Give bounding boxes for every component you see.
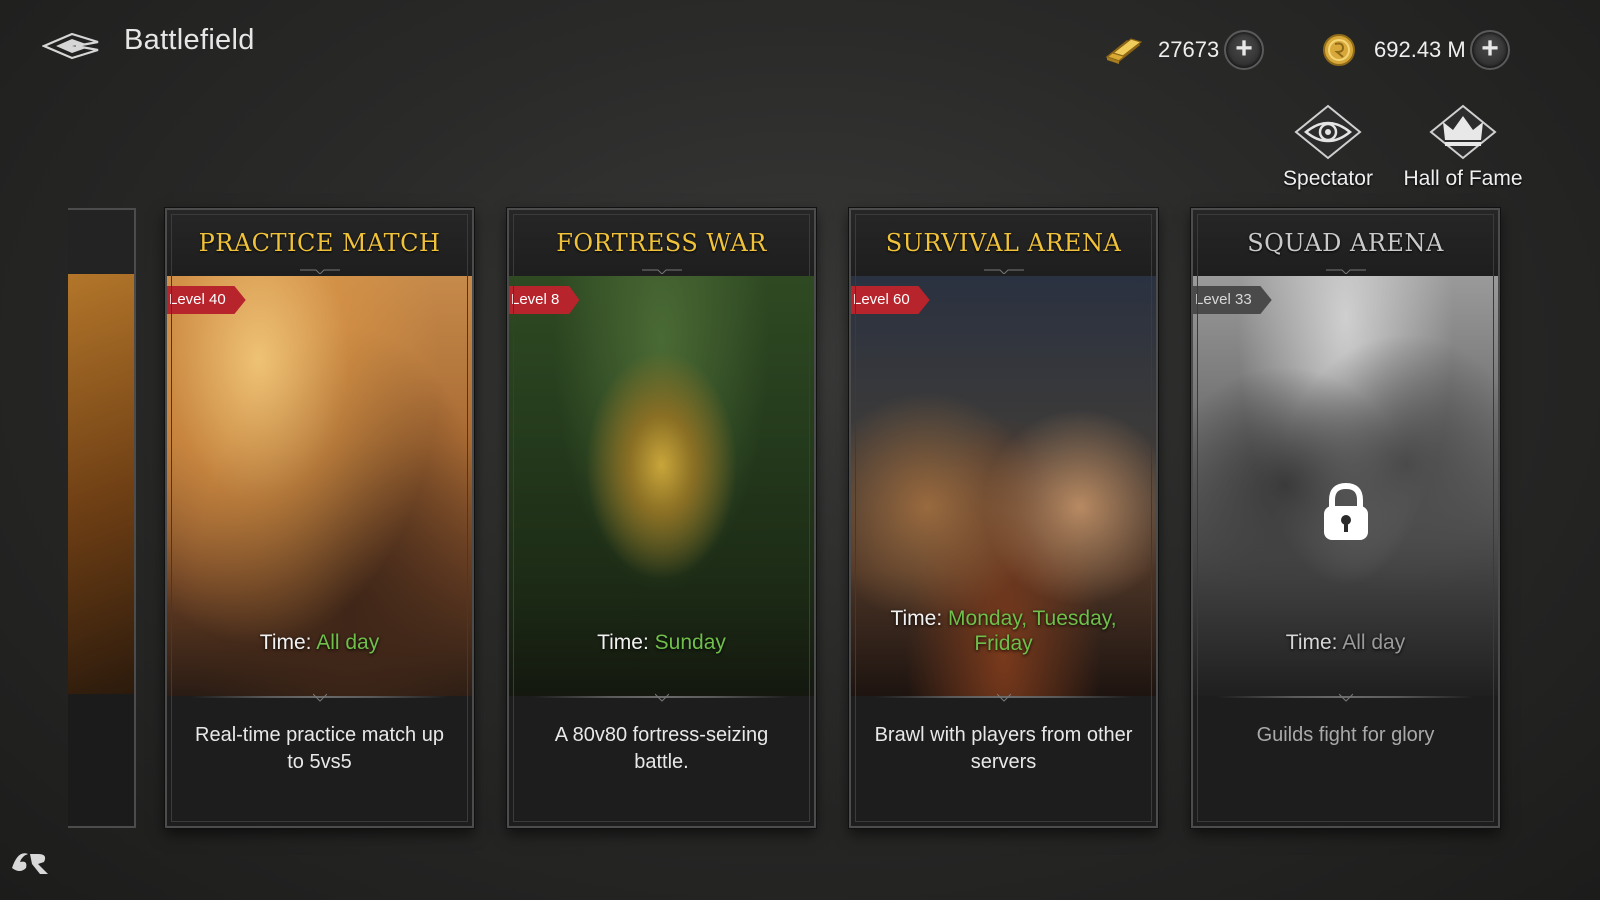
gold-bar-icon xyxy=(1102,30,1144,70)
card-title-text: PRACTICE MATCH xyxy=(198,229,441,257)
currency-gold-coins: 692.43 M + xyxy=(1318,30,1510,70)
card-title-text: FORTRESS WAR xyxy=(556,229,767,257)
back-button[interactable] xyxy=(41,28,100,64)
card-survival-arena[interactable]: SURVIVAL ARENA Level 60 Time: Monday, Tu… xyxy=(849,208,1158,828)
divider-ornament-icon xyxy=(996,693,1011,702)
card-title: PRACTICE MATCH xyxy=(167,210,472,276)
divider-ornament-icon xyxy=(654,693,669,702)
title-ornament-icon xyxy=(641,269,682,274)
plus-icon: + xyxy=(1481,31,1499,65)
top-bar: Battlefield 27673 + 692.43 M + Spectator… xyxy=(0,0,1600,190)
card-time: Time: All day xyxy=(1203,630,1488,655)
partial-card[interactable] xyxy=(68,208,136,828)
card-description: A 80v80 fortress-seizing battle. xyxy=(554,724,769,773)
card-description: Real-time practice match up to 5vs5 xyxy=(195,724,444,773)
card-squad-arena[interactable]: SQUAD ARENA Level 33 Time: All day Guild… xyxy=(1191,208,1500,828)
back-arrow-icon xyxy=(41,32,99,60)
title-ornament-icon xyxy=(983,269,1024,274)
lock-icon xyxy=(1323,482,1368,540)
title-ornament-icon xyxy=(1325,269,1366,274)
eye-icon xyxy=(1294,104,1362,160)
hall-of-fame-button[interactable]: Hall of Fame xyxy=(1398,102,1528,191)
spectator-button[interactable]: Spectator xyxy=(1263,102,1393,191)
time-label: Time: xyxy=(1285,631,1338,654)
time-value: All day xyxy=(316,631,380,654)
time-label: Time: xyxy=(890,607,943,630)
card-title: FORTRESS WAR xyxy=(509,210,814,276)
card-fortress-war[interactable]: FORTRESS WAR Level 8 Time: Sunday A 80v8… xyxy=(507,208,816,828)
card-header xyxy=(68,210,134,274)
time-value: Sunday xyxy=(654,631,726,654)
time-label: Time: xyxy=(597,631,649,654)
card-time: Time: Sunday xyxy=(519,630,804,655)
card-description: Guilds fight for glory xyxy=(1256,724,1435,746)
game-logo-icon xyxy=(12,853,48,874)
gold-coin-icon xyxy=(1318,30,1360,70)
gold-coin-amount: 692.43 M xyxy=(1374,37,1466,62)
level-requirement-badge: Level 8 xyxy=(509,286,580,314)
card-art xyxy=(68,274,134,694)
card-title: SQUAD ARENA xyxy=(1193,210,1498,276)
add-gold-coins-button[interactable]: + xyxy=(1470,30,1510,70)
card-time: Time: Monday, Tuesday, Friday xyxy=(861,606,1146,656)
currency-gold-bars: 27673 + xyxy=(1102,30,1264,70)
gold-bar-amount: 27673 xyxy=(1158,37,1220,62)
spectator-label: Spectator xyxy=(1283,167,1373,190)
plus-icon: + xyxy=(1235,31,1253,65)
card-practice-match[interactable]: PRACTICE MATCH Level 40 Time: All day Re… xyxy=(165,208,474,828)
level-requirement-badge: Level 40 xyxy=(167,286,246,314)
divider-ornament-icon xyxy=(1338,693,1353,702)
level-requirement-badge: Level 60 xyxy=(851,286,930,314)
time-value: All day xyxy=(1342,631,1406,654)
time-value: Monday, Tuesday, Friday xyxy=(948,607,1117,655)
hall-of-fame-label: Hall of Fame xyxy=(1403,167,1523,190)
card-title: SURVIVAL ARENA xyxy=(851,210,1156,276)
card-title-text: SURVIVAL ARENA xyxy=(885,229,1122,257)
time-label: Time: xyxy=(259,631,312,654)
divider-ornament-icon xyxy=(312,693,327,702)
title-ornament-icon xyxy=(299,269,340,274)
level-requirement-badge: Level 33 xyxy=(1193,286,1272,314)
card-description: Brawl with players from other servers xyxy=(874,724,1133,773)
mode-carousel[interactable]: PRACTICE MATCH Level 40 Time: All day Re… xyxy=(0,208,1600,828)
add-gold-bars-button[interactable]: + xyxy=(1224,30,1264,70)
crown-icon xyxy=(1429,104,1497,160)
card-time: Time: All day xyxy=(177,630,462,655)
card-title-text: SQUAD ARENA xyxy=(1247,229,1444,257)
page-title: Battlefield xyxy=(124,24,255,56)
card-footer xyxy=(1193,696,1498,826)
